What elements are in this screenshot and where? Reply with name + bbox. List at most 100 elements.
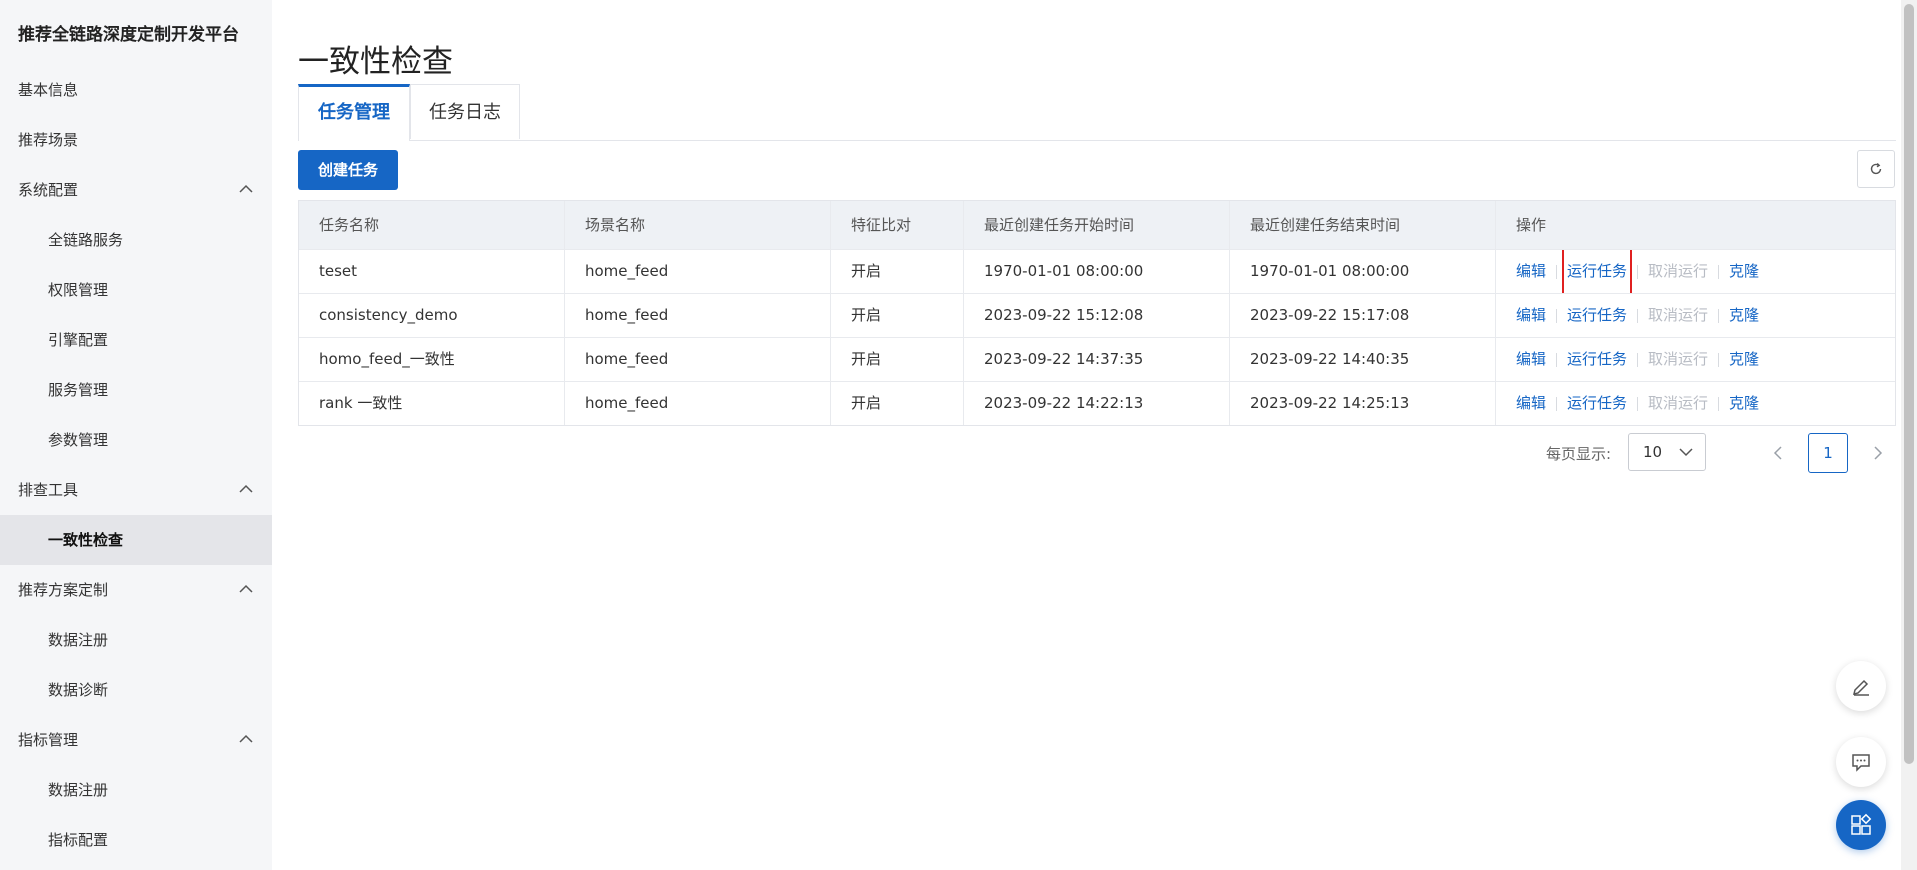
sidebar-item-label: 数据诊断: [48, 681, 109, 699]
chevron-up-icon[interactable]: [238, 565, 254, 615]
divider: [1718, 308, 1720, 323]
table-row: homo_feed_一致性 home_feed 开启 2023-09-22 14:37…: [299, 337, 1895, 381]
sidebar-item[interactable]: 推荐场景: [0, 115, 272, 165]
cancel-run-link: 取消运行: [1648, 394, 1709, 412]
sidebar-item-label: 系统配置: [18, 181, 79, 199]
chat-icon: [1852, 754, 1870, 772]
clone-link[interactable]: 克隆: [1729, 382, 1759, 425]
sidebar-item-label: 全链路服务: [48, 231, 124, 249]
actions-cell: 编辑 运行任务 取消运行 克隆: [1496, 338, 1895, 381]
cancel-run-link: 取消运行: [1648, 306, 1709, 324]
sidebar-item-label: 引擎配置: [48, 331, 109, 349]
clone-link[interactable]: 克隆: [1729, 250, 1759, 293]
sidebar-item-label: 服务管理: [48, 381, 109, 399]
app-title: 推荐全链路深度定制开发平台: [18, 25, 239, 45]
start-time-cell: 2023-09-22 14:22:13: [964, 382, 1230, 425]
column-header: 特征比对: [831, 201, 964, 249]
divider: [1637, 396, 1639, 411]
edit-link[interactable]: 编辑: [1516, 382, 1546, 425]
clone-link[interactable]: 克隆: [1729, 338, 1759, 381]
end-time-cell: 2023-09-22 14:25:13: [1230, 382, 1496, 425]
actions-cell: 编辑 运行任务 取消运行 克隆: [1496, 250, 1895, 293]
sidebar-item[interactable]: 排查工具: [0, 465, 272, 515]
edit-link[interactable]: 编辑: [1516, 250, 1546, 293]
feature-compare-cell: 开启: [831, 338, 964, 381]
apps-fab-button[interactable]: [1836, 800, 1886, 850]
divider: [1556, 396, 1558, 411]
scrollbar-thumb[interactable]: [1904, 4, 1914, 764]
tab-bar: 任务管理 任务日志: [298, 84, 1896, 141]
feedback-fab-button[interactable]: [1836, 737, 1886, 787]
tab-task-log[interactable]: 任务日志: [410, 84, 520, 139]
sidebar-item[interactable]: 权限管理: [0, 265, 272, 315]
column-header: 最近创建任务结束时间: [1230, 201, 1496, 249]
table-header: 任务名称 场景名称 特征比对 最近创建任务开始时间 最近创建任务结束时间 操作: [299, 201, 1895, 249]
scene-name-cell: home_feed: [565, 382, 831, 425]
actions-cell: 编辑 运行任务 取消运行 克隆: [1496, 294, 1895, 337]
sidebar-item-label: 基本信息: [18, 81, 79, 99]
sidebar-item-label: 推荐场景: [18, 131, 79, 149]
chevron-up-icon[interactable]: [238, 165, 254, 215]
sidebar-item-label: 数据注册: [48, 781, 109, 799]
sidebar-item-label: 排查工具: [18, 481, 79, 499]
sidebar-item[interactable]: 服务管理: [0, 365, 272, 415]
sidebar-item[interactable]: 数据诊断: [0, 665, 272, 715]
refresh-button[interactable]: [1857, 150, 1895, 188]
clone-link[interactable]: 克隆: [1729, 294, 1759, 337]
sidebar-item[interactable]: 数据注册: [0, 765, 272, 815]
page-title: 一致性检查: [298, 44, 453, 80]
sidebar-item[interactable]: 推荐方案定制: [0, 565, 272, 615]
chevron-up-icon[interactable]: [238, 715, 254, 765]
divider: [1718, 264, 1720, 279]
scene-name-cell: home_feed: [565, 338, 831, 381]
sidebar-item-label: 权限管理: [48, 281, 109, 299]
page-size-value: 10: [1643, 443, 1663, 461]
sidebar-item[interactable]: 一致性检查: [0, 515, 272, 565]
end-time-cell: 2023-09-22 15:17:08: [1230, 294, 1496, 337]
create-task-button[interactable]: 创建任务: [298, 150, 398, 190]
column-header: 场景名称: [565, 201, 831, 249]
divider: [1718, 352, 1720, 367]
tab-task-management[interactable]: 任务管理: [298, 84, 410, 141]
start-time-cell: 2023-09-22 15:12:08: [964, 294, 1230, 337]
column-header: 操作: [1516, 216, 1547, 234]
table-body: teset home_feed 开启 1970-01-01 08:00:00 1970-…: [299, 249, 1895, 425]
next-page-button[interactable]: [1868, 441, 1888, 465]
sidebar-item[interactable]: 基本信息: [0, 65, 272, 115]
edit-fab-button[interactable]: [1836, 661, 1886, 711]
run-task-link[interactable]: 运行任务: [1562, 250, 1633, 293]
sidebar-item[interactable]: 引擎配置: [0, 315, 272, 365]
chevron-right-icon: [1874, 446, 1883, 460]
column-header: 任务名称: [299, 201, 565, 249]
cancel-run-link: 取消运行: [1648, 262, 1709, 280]
page-number-button[interactable]: 1: [1808, 433, 1848, 473]
divider: [1637, 308, 1639, 323]
page-size-select[interactable]: 10: [1628, 433, 1706, 471]
actions-cell: 编辑 运行任务 取消运行 克隆: [1496, 382, 1895, 425]
chevron-up-icon[interactable]: [238, 465, 254, 515]
sidebar-item[interactable]: 全链路服务: [0, 215, 272, 265]
sidebar-item-label: 数据注册: [48, 631, 109, 649]
column-header: 最近创建任务开始时间: [964, 201, 1230, 249]
prev-page-button[interactable]: [1768, 441, 1788, 465]
edit-link[interactable]: 编辑: [1516, 338, 1546, 381]
scrollbar[interactable]: [1901, 0, 1917, 870]
divider: [1637, 264, 1639, 279]
edit-link[interactable]: 编辑: [1516, 294, 1546, 337]
sidebar-item[interactable]: 参数管理: [0, 415, 272, 465]
run-task-link[interactable]: 运行任务: [1567, 382, 1627, 425]
apps-grid-icon: [1851, 813, 1872, 835]
sidebar-item[interactable]: 指标管理: [0, 715, 272, 765]
sidebar-item[interactable]: 数据注册: [0, 615, 272, 665]
table-row: teset home_feed 开启 1970-01-01 08:00:00 1970-…: [299, 249, 1895, 293]
sidebar-item[interactable]: 指标配置: [0, 815, 272, 865]
sidebar-item[interactable]: 系统配置: [0, 165, 272, 215]
page-size-label: 每页显示:: [1546, 445, 1612, 463]
sidebar-item-label: 推荐方案定制: [18, 581, 109, 599]
divider: [1637, 352, 1639, 367]
run-task-link[interactable]: 运行任务: [1567, 338, 1627, 381]
feature-compare-cell: 开启: [831, 250, 964, 293]
divider: [1556, 352, 1558, 367]
feature-compare-cell: 开启: [831, 294, 964, 337]
run-task-link[interactable]: 运行任务: [1567, 294, 1627, 337]
